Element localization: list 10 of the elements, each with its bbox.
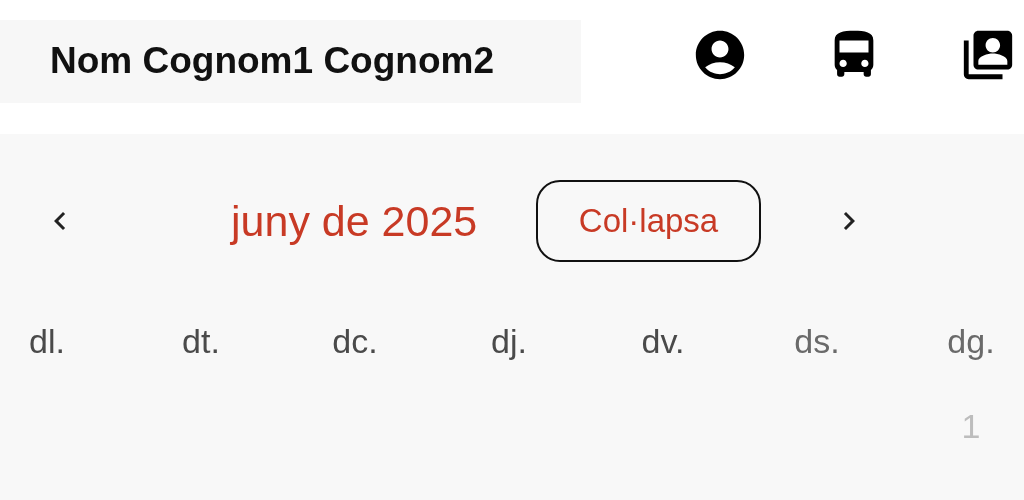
collapse-button[interactable]: Col·lapsa	[536, 180, 761, 262]
weekday-label: dt.	[181, 321, 221, 362]
weekday-label: dc.	[331, 321, 379, 362]
weekday-label: dj.	[490, 321, 528, 362]
user-name: Nom Cognom1 Cognom2	[0, 19, 581, 103]
weekday-label: ds.	[793, 321, 841, 362]
month-title: juny de 2025	[231, 196, 479, 246]
weekday-label: dv.	[640, 321, 686, 362]
weekday-label: dg.	[946, 321, 996, 362]
weekday-label: dl.	[28, 321, 66, 362]
